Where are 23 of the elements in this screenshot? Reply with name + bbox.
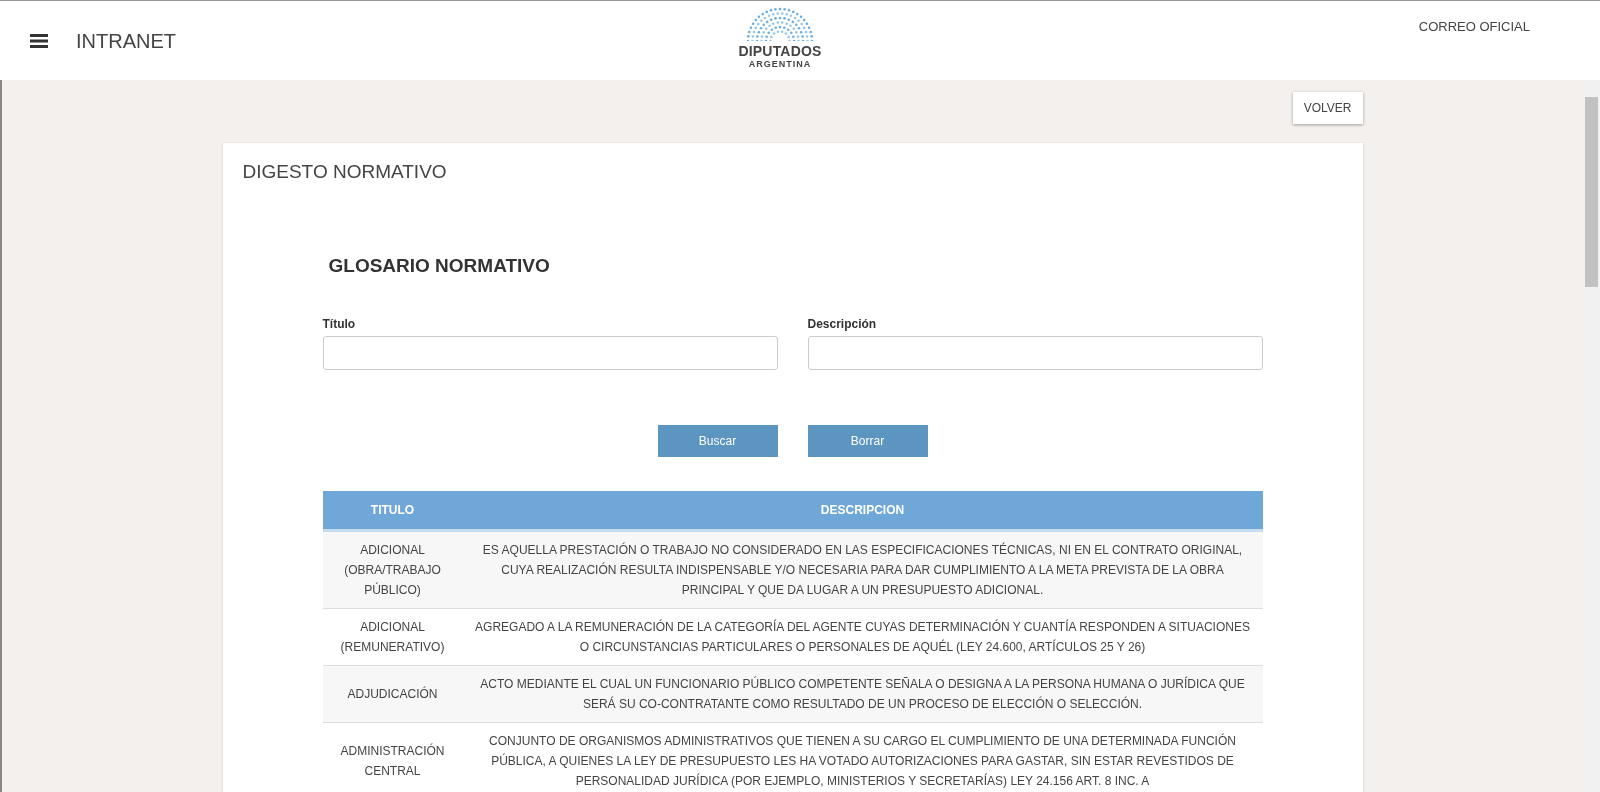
menu-icon[interactable] xyxy=(30,34,48,48)
site-title: INTRANET xyxy=(76,29,176,53)
section-title: GLOSARIO NORMATIVO xyxy=(328,255,551,277)
table-cell: ADJUDICACIÓN xyxy=(322,665,463,723)
field-label: Título xyxy=(322,317,357,331)
scrollbar-thumb[interactable] xyxy=(1585,97,1598,287)
table-cell: ACTO MEDIANTE EL CUAL UN FUNCIONARIO PÚBLICO COMPETENTE SEÑALA O DESIGNA A LA PERSONA HUMANA O JURÍDICA QUE SERÁ SU CO-CONTRATANTE COMO RESULTADO DE UN PROCESO DE ELECCIÓN O SELECCIÓN. xyxy=(462,665,1263,723)
mail-link[interactable]: CORREO OFICIAL xyxy=(1418,19,1530,34)
table-cell: ADICIONAL (REMUNERATIVO) xyxy=(322,608,463,666)
field-label: Descripción xyxy=(807,317,878,331)
back-button[interactable]: VOLVER xyxy=(1292,92,1363,124)
input-field[interactable] xyxy=(322,336,778,370)
card-title: DIGESTO NORMATIVO xyxy=(241,160,448,183)
table-cell: CONJUNTO DE ORGANISMOS ADMINISTRATIVOS QUE TIENEN A SU CARGO EL CUMPLIMIENTO DE UNA DETERMINADA FUNCIÓN PÚBLICA, A QUIENES LA LEY DE PRESUPUESTO LES HA VOTADO AUTORIZACIONES PARA GASTAR, SIN ESTAR REVESTIDOS DE PERSONALIDAD JURÍDICA (POR EJEMPLO, MINISTERIOS Y SECRETARÍAS) LEY 24.156 ART. 8 INC. A xyxy=(462,722,1263,792)
table-cell: ES AQUELLA PRESTACIÓN O TRABAJO NO CONSIDERADO EN LAS ESPECIFICACIONES TÉCNICAS, NI EN EL CONTRATO ORIGINAL, CUYA REALIZACIÓN RESULTA INDISPENSABLE Y/O NECESARIA PARA DAR CUMPLIMIENTO A LA META PREVISTA DE LA OBRA PRINCIPAL Y QUE DA LUGAR A UN PRESUPUESTO ADICIONAL. xyxy=(462,530,1263,609)
input-field[interactable] xyxy=(807,336,1263,370)
table-cell: ADMINISTRACIÓN CENTRAL xyxy=(322,722,463,792)
logo-text: DIPUTADOS xyxy=(738,43,822,59)
table-cell: AGREGADO A LA REMUNERACIÓN DE LA CATEGORÍA DEL AGENTE CUYAS DETERMINACIÓN Y CUANTÍA RESPONDEN A SITUACIONES O CIRCUNSTANCIAS PARTICULARES O PERSONALES DE AQUÉL (LEY 24.600, ARTÍCULOS 25 Y 26) xyxy=(462,608,1263,666)
dotted-arc-icon xyxy=(746,7,814,41)
table-cell: ADICIONAL (OBRA/TRABAJO PÚBLICO) xyxy=(322,530,463,609)
logo-subtitle: ARGENTINA xyxy=(748,59,812,69)
scrollbar[interactable] xyxy=(1583,80,1600,792)
